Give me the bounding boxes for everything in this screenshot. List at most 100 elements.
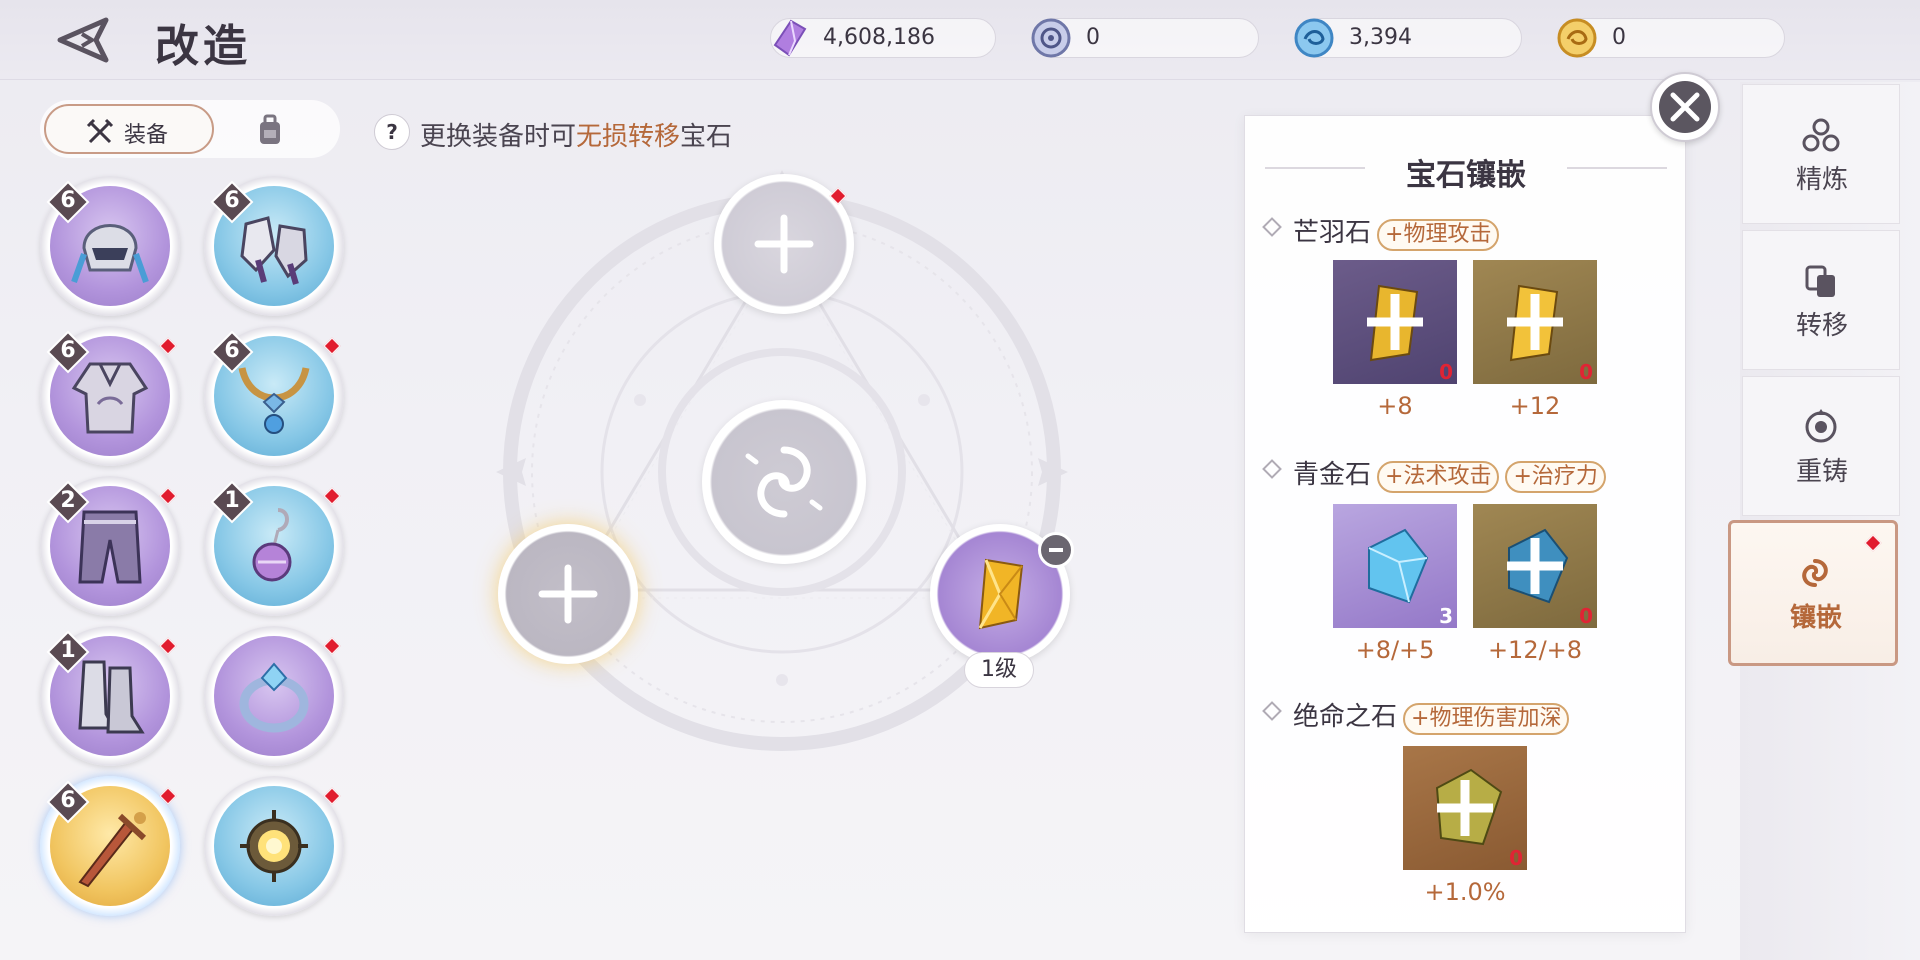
backpack-icon[interactable] [252, 114, 288, 146]
crossed-swords-icon [86, 118, 114, 144]
reforge-icon [1805, 409, 1837, 443]
hint-prefix: 更换装备时可 [420, 122, 577, 152]
gem-cell[interactable]: 0 [1333, 260, 1457, 384]
nav-label: 精炼 [1795, 165, 1848, 195]
gem-group-name: 绝命之石 [1293, 702, 1398, 732]
notification-dot [1864, 534, 1882, 552]
tab-equipment[interactable]: 装备 [44, 104, 214, 154]
diamond-bullet-icon [1262, 701, 1282, 721]
purple-crystal-icon [773, 19, 807, 57]
refine-icon [1802, 118, 1840, 152]
gem-count: 0 [1509, 846, 1523, 870]
gem-level-label: 1级 [964, 652, 1034, 688]
socket-stage: 1级 [430, 150, 1150, 780]
diamond-bullet-icon [1262, 217, 1282, 237]
equipment-slot-ring[interactable] [204, 626, 344, 766]
gem-count: 3 [1439, 604, 1453, 628]
level-badge: 1 [210, 480, 254, 524]
level-badge-value: 6 [60, 188, 76, 213]
gem-value: +8 [1377, 392, 1413, 420]
level-badge-value: 1 [224, 488, 240, 513]
hint-highlight: 无损转移 [576, 122, 681, 152]
gem-stat-tag: +物理伤害加深 [1403, 703, 1570, 735]
transfer-icon [1805, 265, 1835, 297]
level-badge: 1 [46, 630, 90, 674]
level-badge: 6 [210, 180, 254, 224]
nav-label: 重铸 [1795, 457, 1848, 487]
level-badge: 6 [46, 180, 90, 224]
level-badge: 2 [46, 480, 90, 524]
level-badge-value: 6 [224, 188, 240, 213]
level-badge: 6 [46, 780, 90, 824]
gem-group-title: 青金石 +法术攻击 +治疗力 [1262, 454, 1606, 493]
equipment-slot-amulet[interactable] [204, 776, 344, 916]
nav-label: 镶嵌 [1789, 603, 1842, 633]
gem-stat-tag: +法术攻击 [1377, 461, 1500, 493]
equipment-slot-necklace[interactable]: 6 [204, 326, 344, 466]
gem-stat-tag: +治疗力 [1505, 461, 1606, 493]
gem-value: +12 [1509, 392, 1561, 420]
equipment-slot-gauntlets[interactable]: 6 [204, 176, 344, 316]
add-gem-icon [754, 214, 814, 274]
hint-suffix: 宝石 [680, 122, 733, 152]
equipment-slot-armor[interactable]: 6 [40, 326, 180, 466]
nav-inlay[interactable]: 镶嵌 [1728, 520, 1898, 666]
amulet-icon [240, 810, 308, 882]
currency-value: 0 [1086, 25, 1100, 50]
blue-coin-icon [1294, 18, 1334, 58]
equipment-slot-sword[interactable]: 6 [40, 776, 180, 916]
level-badge-value: 1 [60, 638, 76, 663]
equipment-slot-earring[interactable]: 1 [204, 476, 344, 616]
help-button[interactable]: ? [374, 114, 410, 150]
currency-gold[interactable]: 0 [1557, 18, 1785, 58]
gem-group-name: 芒羽石 [1293, 218, 1372, 248]
currency-blue[interactable]: 3,394 [1294, 18, 1522, 58]
gem-value: +8/+5 [1355, 636, 1435, 664]
gem-cell[interactable]: 0 [1473, 260, 1597, 384]
hint-text: 更换装备时可无损转移宝石 [420, 116, 732, 153]
level-badge-value: 6 [60, 338, 76, 363]
gem-cell[interactable]: 0 [1473, 504, 1597, 628]
gem-count: 0 [1439, 360, 1453, 384]
currency-silver[interactable]: 0 [1031, 18, 1259, 58]
back-arrow-icon [57, 17, 109, 63]
currency-crystal[interactable]: 4,608,186 [770, 18, 996, 58]
level-badge-value: 2 [60, 488, 76, 513]
gem-socket-right[interactable] [930, 524, 1074, 664]
gem-inlay-panel: 宝石镶嵌 芒羽石+物理攻击 0 +8 0 +12 青金石+法术攻击+治疗力 [1244, 115, 1686, 933]
right-nav: 精炼 转移 重铸 镶嵌 [1728, 82, 1920, 960]
level-badge: 6 [210, 330, 254, 374]
gem-count: 0 [1579, 604, 1593, 628]
add-gem-icon [1507, 294, 1563, 350]
swirl-emblem-icon [745, 446, 823, 518]
gem-socket-top[interactable] [714, 174, 854, 314]
gem-group-title: 芒羽石 +物理攻击 [1262, 212, 1500, 251]
nav-refine[interactable]: 精炼 [1742, 84, 1900, 224]
level-badge-value: 6 [224, 338, 240, 363]
equipment-slot-pants[interactable]: 2 [40, 476, 180, 616]
close-icon [1659, 81, 1711, 133]
add-gem-icon [1507, 538, 1563, 594]
ring-icon [239, 662, 309, 733]
close-panel-button[interactable] [1650, 72, 1720, 142]
gem-value: +12/+8 [1487, 636, 1583, 664]
nav-transfer[interactable]: 转移 [1742, 230, 1900, 370]
page-title: 改造 [155, 21, 251, 72]
add-gem-icon [1367, 294, 1423, 350]
remove-gem-button[interactable] [1038, 532, 1074, 568]
currency-value: 4,608,186 [823, 25, 935, 50]
nav-reforge[interactable]: 重铸 [1742, 376, 1900, 516]
gem-group-name: 青金石 [1293, 460, 1372, 490]
back-button[interactable] [52, 14, 116, 66]
gem-stat-tag: +物理攻击 [1377, 219, 1500, 251]
equipment-slot-helmet[interactable]: 6 [40, 176, 180, 316]
equipment-slot-boots[interactable]: 1 [40, 626, 180, 766]
gem-cell[interactable]: 0 [1403, 746, 1527, 870]
gem-cell[interactable]: 3 [1333, 504, 1457, 628]
gem-count: 0 [1579, 360, 1593, 384]
tab-equipment-label: 装备 [124, 123, 169, 148]
gem-socket-left[interactable] [498, 524, 638, 664]
panel-title: 宝石镶嵌 [1406, 158, 1526, 193]
silver-coin-icon [1031, 18, 1071, 58]
top-bar: 改造 4,608,186 0 3,394 0 [0, 0, 1920, 80]
